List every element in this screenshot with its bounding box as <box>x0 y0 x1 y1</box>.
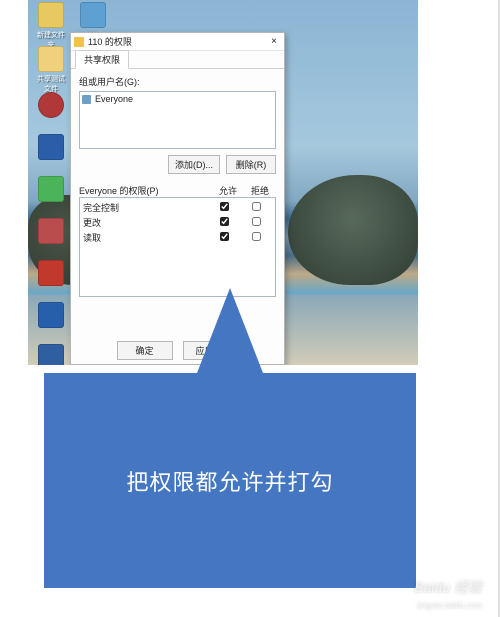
watermark-brand: Baidu 经验 <box>414 579 482 595</box>
permission-row: 更改 <box>80 215 275 230</box>
app-icon <box>38 218 64 244</box>
user-name: Everyone <box>95 94 133 104</box>
tab-strip: 共享权限 <box>71 51 284 69</box>
desktop-icon[interactable]: 共享测试文件 <box>34 46 68 94</box>
ok-button[interactable]: 确定 <box>117 341 173 360</box>
desktop-icon[interactable] <box>34 176 68 204</box>
watermark-url: jingyan.baidu.com <box>418 601 482 610</box>
desktop-icon[interactable] <box>34 302 68 330</box>
dialog-title: 110 的权限 <box>88 35 267 48</box>
permissions-for-label: Everyone 的权限(P) <box>79 184 212 197</box>
deny-header: 拒绝 <box>244 184 276 197</box>
user-buttons: 添加(D)... 删除(R) <box>79 155 276 174</box>
permission-row: 完全控制 <box>80 200 275 215</box>
user-list[interactable]: Everyone <box>79 91 276 149</box>
desktop-icon[interactable]: 新建文件夹 <box>34 2 68 50</box>
permissions-list: 完全控制 更改 读取 <box>79 197 276 297</box>
desktop-icon[interactable] <box>34 92 68 120</box>
folder-icon <box>38 2 64 28</box>
permissions-header: Everyone 的权限(P) 允许 拒绝 <box>79 184 276 197</box>
permission-row: 读取 <box>80 230 275 245</box>
user-row-everyone[interactable]: Everyone <box>82 94 273 104</box>
desktop-icon[interactable] <box>34 344 68 365</box>
deny-checkbox-change[interactable] <box>252 217 261 226</box>
allow-checkbox-change[interactable] <box>220 217 229 226</box>
app-icon <box>38 344 64 365</box>
tab-share-permissions[interactable]: 共享权限 <box>75 50 129 69</box>
app-icon <box>38 134 64 160</box>
allow-checkbox-read[interactable] <box>220 232 229 241</box>
desktop-icon[interactable] <box>34 218 68 246</box>
app-icon <box>38 92 64 118</box>
app-icon <box>38 302 64 328</box>
users-icon <box>82 95 91 104</box>
add-button[interactable]: 添加(D)... <box>168 155 220 174</box>
allow-checkbox-full-control[interactable] <box>220 202 229 211</box>
dialog-body: 组或用户名(G): Everyone 添加(D)... 删除(R) Everyo… <box>71 69 284 301</box>
close-button[interactable]: × <box>267 35 281 49</box>
dialog-titlebar[interactable]: 110 的权限 × <box>71 33 284 51</box>
permission-name: 完全控制 <box>83 201 208 214</box>
file-icon <box>80 2 106 28</box>
app-icon <box>38 260 64 286</box>
permission-name: 读取 <box>83 231 208 244</box>
desktop-icon-label: 共享测试文件 <box>37 76 65 93</box>
callout-text: 把权限都允许并打勾 <box>126 465 333 497</box>
group-users-label: 组或用户名(G): <box>79 75 276 88</box>
desktop-icon[interactable] <box>34 260 68 288</box>
annotation-callout: 把权限都允许并打勾 <box>44 373 416 588</box>
callout-arrow-icon <box>197 288 263 373</box>
app-icon <box>38 176 64 202</box>
deny-checkbox-full-control[interactable] <box>252 202 261 211</box>
folder-icon <box>38 46 64 72</box>
remove-button[interactable]: 删除(R) <box>226 155 276 174</box>
folder-icon <box>74 37 84 47</box>
allow-header: 允许 <box>212 184 244 197</box>
page-frame: 新建文件夹 2018公司... 共享测试文件 桌面文件夹 110 的权限 × 共… <box>0 0 500 617</box>
watermark: Baidu 经验 jingyan.baidu.com <box>414 580 482 611</box>
desktop-icon[interactable] <box>34 134 68 162</box>
deny-checkbox-read[interactable] <box>252 232 261 241</box>
permission-name: 更改 <box>83 216 208 229</box>
wallpaper-rock <box>288 175 418 285</box>
